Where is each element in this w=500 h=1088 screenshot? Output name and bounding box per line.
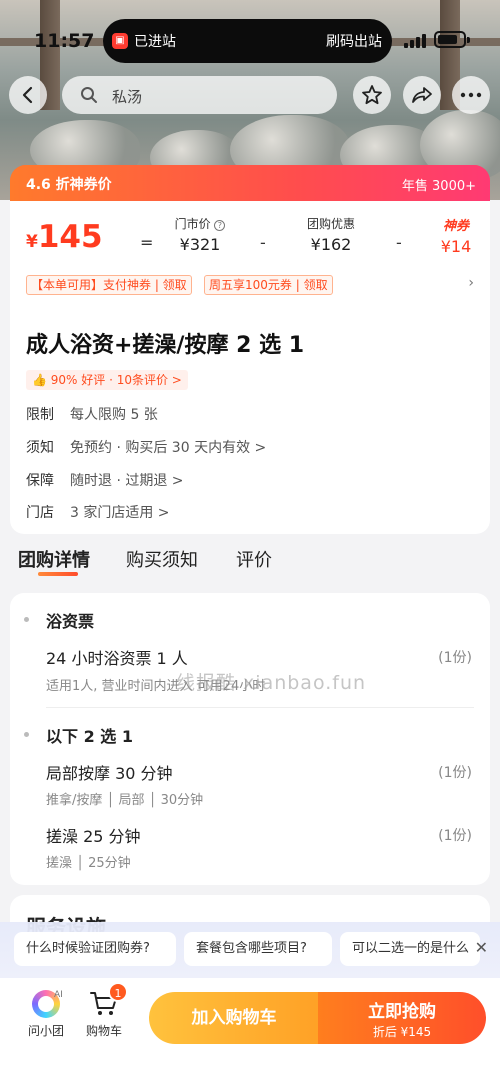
chevron-right-icon[interactable]: › [468, 275, 474, 291]
battery-icon [434, 31, 470, 48]
chevron-left-icon [22, 86, 33, 104]
suggestion-chip[interactable]: 什么时候验证团购券? [14, 932, 176, 966]
package-item-qty: (1份) [438, 828, 472, 844]
ai-badge: AI [54, 990, 63, 1000]
package-detail-card: 浴资票 24 小时浴资票 1 人 (1份) 适用1人, 营业时间内进入 可用24… [10, 593, 490, 885]
suggestion-chip[interactable]: 可以二选一的是什么 [340, 932, 480, 966]
back-button[interactable] [9, 76, 47, 114]
package-item-desc: 搓澡 │ 25分钟 [46, 856, 131, 871]
info-row-notice[interactable]: 须知 免预约 · 购买后 30 天内有效 > [26, 437, 266, 457]
price-header: 4.6 折神券价 年售 3000+ [10, 165, 490, 201]
status-bar: 11:57 ▣ 已进站 刷码出站 [0, 0, 500, 70]
signal-icon [404, 34, 428, 48]
search-icon [81, 87, 97, 103]
section-title: 浴资票 [46, 612, 95, 631]
sold-count: 年售 3000+ [401, 179, 476, 194]
minus-sign: - [260, 233, 266, 252]
metro-app-icon: ▣ [112, 33, 128, 49]
close-icon[interactable]: ✕ [475, 938, 488, 957]
deal-title: 成人浴资+搓澡/按摩 2 选 1 [26, 333, 305, 358]
price-card: 4.6 折神券价 年售 3000+ ¥145 = 门市价 ? ¥321 - 团购… [10, 165, 490, 297]
share-button[interactable] [403, 76, 441, 114]
island-status-text: 已进站 [134, 34, 176, 50]
package-item-desc: 推拿/按摩 │ 局部 │ 30分钟 [46, 793, 204, 808]
package-item-qty: (1份) [438, 765, 472, 781]
add-to-cart-button[interactable]: 加入购物车 [149, 992, 319, 1044]
share-icon [412, 87, 432, 103]
more-icon [460, 92, 482, 98]
more-button[interactable] [452, 76, 490, 114]
info-row-limit: 限制 每人限购 5 张 [26, 407, 158, 423]
package-item-name: 24 小时浴资票 1 人 [46, 649, 188, 668]
package-item-name: 局部按摩 30 分钟 [46, 764, 173, 783]
bullet-dot [24, 617, 29, 622]
thumbs-up-icon: 👍 [32, 373, 47, 387]
info-row-guarantee[interactable]: 保障 随时退 · 过期退 > [26, 470, 184, 490]
favorite-button[interactable] [353, 76, 391, 114]
deal-info-card: 成人浴资+搓澡/按摩 2 选 1 👍 90% 好评 · 10条评价 > 限制 每人… [10, 297, 490, 534]
coupon-price-label: 4.6 折神券价 [26, 177, 112, 193]
search-text: 私汤 [112, 88, 143, 106]
dynamic-island[interactable]: ▣ 已进站 刷码出站 [103, 19, 392, 63]
tab-reviews[interactable]: 评价 [236, 546, 272, 572]
star-icon [362, 85, 382, 105]
island-action-text: 刷码出站 [326, 34, 382, 50]
god-coupon-discount: 神券 ¥14 [440, 219, 472, 256]
group-discount: 团购优惠 ¥162 [306, 217, 355, 254]
section-title: 以下 2 选 1 [46, 727, 133, 746]
friday-coupon-tag[interactable]: 周五享100元券 | 领取 [204, 275, 333, 295]
buy-now-button[interactable]: 立即抢购 折后 ¥145 [318, 992, 486, 1044]
bottom-action-bar: 问小团 AI 购物车 1 加入购物车 立即抢购 折后 ¥145 [0, 978, 500, 1088]
final-price: ¥145 [26, 219, 103, 255]
status-time: 11:57 [34, 30, 95, 52]
equals-sign: = [140, 233, 154, 252]
tab-purchase-notice[interactable]: 购买须知 [126, 546, 198, 572]
detail-tabs: 团购详情 购买须知 评价 [0, 534, 500, 590]
bullet-dot [24, 732, 29, 737]
tab-active-indicator [38, 572, 78, 576]
package-item-qty: (1份) [438, 650, 472, 666]
minus-sign: - [396, 233, 402, 252]
watermark: 线报酷 xianbao.fun [176, 672, 367, 694]
suggestion-chip[interactable]: 套餐包含哪些项目? [184, 932, 332, 966]
info-row-stores[interactable]: 门店 3 家门店适用 > [26, 502, 170, 522]
coupon-tag-claim[interactable]: 【本单可用】支付神券 | 领取 [26, 275, 192, 295]
info-icon[interactable]: ? [214, 220, 226, 231]
price-breakdown: ¥145 = 门市价 ? ¥321 - 团购优惠 ¥162 - 神券 ¥14 【… [10, 201, 490, 297]
tab-group-detail[interactable]: 团购详情 [18, 546, 90, 572]
package-item-name: 搓澡 25 分钟 [46, 827, 141, 846]
search-bar[interactable]: 私汤 [62, 76, 337, 114]
cart-count-badge: 1 [108, 982, 128, 1002]
divider [46, 707, 474, 708]
market-price: 门市价 ? ¥321 [165, 215, 235, 254]
rating-badge[interactable]: 👍 90% 好评 · 10条评价 > [26, 370, 188, 390]
question-suggestions: 什么时候验证团购券? 套餐包含哪些项目? 可以二选一的是什么 ✕ [0, 922, 500, 978]
